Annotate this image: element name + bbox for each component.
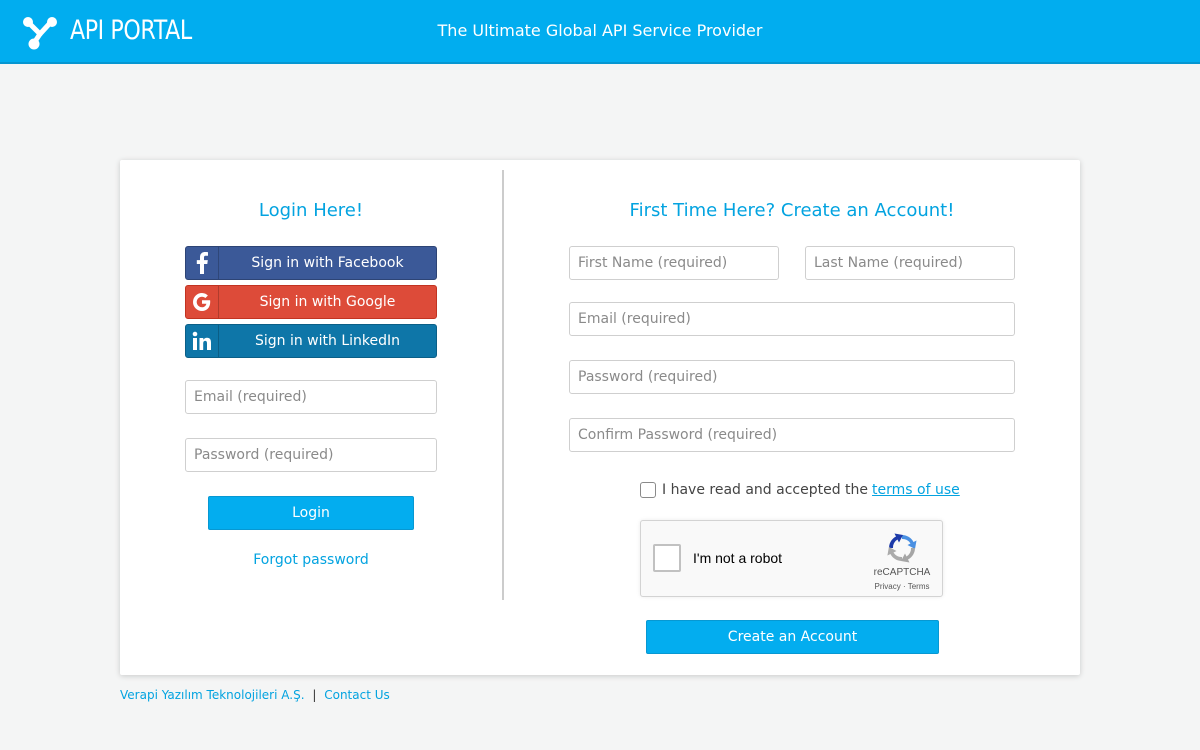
header-tagline: The Ultimate Global API Service Provider xyxy=(437,21,763,40)
terms-checkbox[interactable] xyxy=(640,482,656,498)
recaptcha-privacy-terms[interactable]: Privacy · Terms xyxy=(863,582,941,591)
footer: Verapi Yazılım Teknolojileri A.Ş. | Cont… xyxy=(120,688,390,702)
create-account-button[interactable]: Create an Account xyxy=(646,620,939,654)
top-header: API PORTAL The Ultimate Global API Servi… xyxy=(0,0,1200,64)
terms-text: I have read and accepted the xyxy=(662,482,869,498)
facebook-signin-label: Sign in with Facebook xyxy=(251,255,404,271)
auth-card: Login Here! Sign in with Facebook Sign i… xyxy=(120,160,1080,675)
forgot-password-link[interactable]: Forgot password xyxy=(253,552,369,568)
google-icon xyxy=(186,286,219,318)
register-email-input[interactable] xyxy=(569,302,1015,336)
facebook-icon xyxy=(186,247,219,279)
confirm-password-input[interactable] xyxy=(569,418,1015,452)
facebook-signin-button[interactable]: Sign in with Facebook xyxy=(185,246,437,280)
footer-separator: | xyxy=(312,688,317,702)
first-name-input[interactable] xyxy=(569,246,779,280)
recaptcha-icon xyxy=(887,533,917,563)
register-password-input[interactable] xyxy=(569,360,1015,394)
terms-of-use-link[interactable]: terms of use xyxy=(872,482,960,498)
linkedin-signin-button[interactable]: Sign in with LinkedIn xyxy=(185,324,437,358)
recaptcha-widget: I'm not a robot reCAPTCHA Privacy · Term… xyxy=(640,520,943,597)
login-password-input[interactable] xyxy=(185,438,437,472)
column-divider xyxy=(502,170,504,600)
login-email-input[interactable] xyxy=(185,380,437,414)
login-button[interactable]: Login xyxy=(208,496,414,530)
linkedin-icon xyxy=(186,325,219,357)
register-heading: First Time Here? Create an Account! xyxy=(629,200,955,221)
google-signin-button[interactable]: Sign in with Google xyxy=(185,285,437,319)
contact-us-link[interactable]: Contact Us xyxy=(324,688,390,702)
last-name-input[interactable] xyxy=(805,246,1015,280)
company-link[interactable]: Verapi Yazılım Teknolojileri A.Ş. xyxy=(120,688,305,702)
recaptcha-label: I'm not a robot xyxy=(693,550,783,566)
recaptcha-brand: reCAPTCHA xyxy=(873,567,931,578)
terms-row: I have read and accepted the terms of us… xyxy=(640,480,960,500)
linkedin-signin-label: Sign in with LinkedIn xyxy=(254,333,401,349)
google-signin-label: Sign in with Google xyxy=(259,294,396,310)
login-heading: Login Here! xyxy=(258,200,364,221)
recaptcha-checkbox[interactable] xyxy=(653,544,681,572)
